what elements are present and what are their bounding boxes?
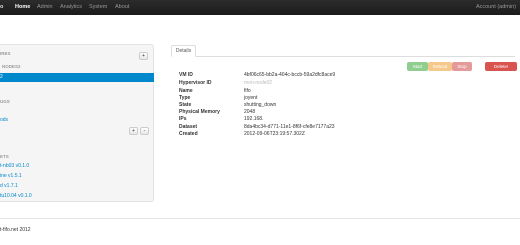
detail-value: 8da4bc34-d771-11e1-8f6f-cfe8e7177a23 xyxy=(244,124,335,130)
detail-value: 4bf06c65-bb2a-404c-bccb-59a2dfc8ace9 xyxy=(244,72,336,78)
tab-details[interactable]: Details xyxy=(171,45,196,57)
detail-value: joyent xyxy=(244,95,258,101)
sidebar-package-item[interactable]: t-nb03 v0.1.0 xyxy=(0,163,29,169)
sidebar-package-item[interactable]: ine v1.5.1 xyxy=(0,173,22,179)
detail-key: Physical Memory xyxy=(179,109,220,115)
start-button[interactable]: Start xyxy=(407,62,428,71)
detail-value: 2048 xyxy=(244,109,256,115)
detail-value: fifo xyxy=(244,88,251,94)
footer-text: t-fifo.net 2012 xyxy=(0,227,31,233)
nav-admin[interactable]: Admin xyxy=(37,0,53,15)
top-navbar: o Home Admin Analytics System About Acco… xyxy=(0,0,520,15)
nav-analytics[interactable]: Analytics xyxy=(60,0,82,15)
nav-about[interactable]: About xyxy=(115,0,129,15)
sidebar-item-nodes[interactable]: ods xyxy=(0,117,8,123)
sidebar-package-item[interactable]: d v1.7.1 xyxy=(0,183,18,189)
tabs-divider xyxy=(171,56,515,57)
detail-key: Created xyxy=(179,131,198,137)
detail-key: Name xyxy=(179,88,193,94)
detail-key: State xyxy=(179,102,192,108)
account-menu[interactable]: Account (admin) xyxy=(476,0,516,15)
sidebar-item-selected[interactable]: 2 xyxy=(0,73,154,82)
delete-button[interactable]: Delete! xyxy=(485,62,517,71)
stop-button[interactable]: Stop xyxy=(452,62,472,71)
detail-value: shutting_down xyxy=(244,102,277,108)
detail-key: Type xyxy=(179,95,191,101)
sidebar-section-header: IRES xyxy=(0,51,11,56)
sidebar-section-header: UGS xyxy=(0,99,10,104)
sidebar: IRES + NODES2 2 UGS ods + - ETS t-nb03 v… xyxy=(0,44,154,202)
detail-value: mon-node02 xyxy=(244,80,273,86)
brand-logo[interactable]: o xyxy=(0,0,3,15)
sidebar-package-item[interactable]: tu10.04 v0.1.0 xyxy=(0,193,32,199)
sidebar-subheader: NODES2 xyxy=(2,64,21,69)
nav-system[interactable]: System xyxy=(89,0,107,15)
minus-button[interactable]: - xyxy=(140,127,149,135)
plus-button[interactable]: + xyxy=(129,127,138,135)
detail-key: Dataset xyxy=(179,124,198,130)
detail-value: 192.168. xyxy=(244,116,264,122)
footer-divider xyxy=(0,218,520,219)
detail-value: 2012-09-06T23:19:57.302Z xyxy=(244,131,305,137)
sidebar-section-header: ETS xyxy=(0,154,9,159)
nav-home[interactable]: Home xyxy=(15,0,30,15)
add-button[interactable]: + xyxy=(139,52,148,60)
detail-key: IPs xyxy=(179,116,187,122)
detail-key: VM ID xyxy=(179,72,193,78)
detail-key: Hypervisor ID xyxy=(179,80,212,86)
reboot-button[interactable]: Reboot xyxy=(428,62,452,71)
